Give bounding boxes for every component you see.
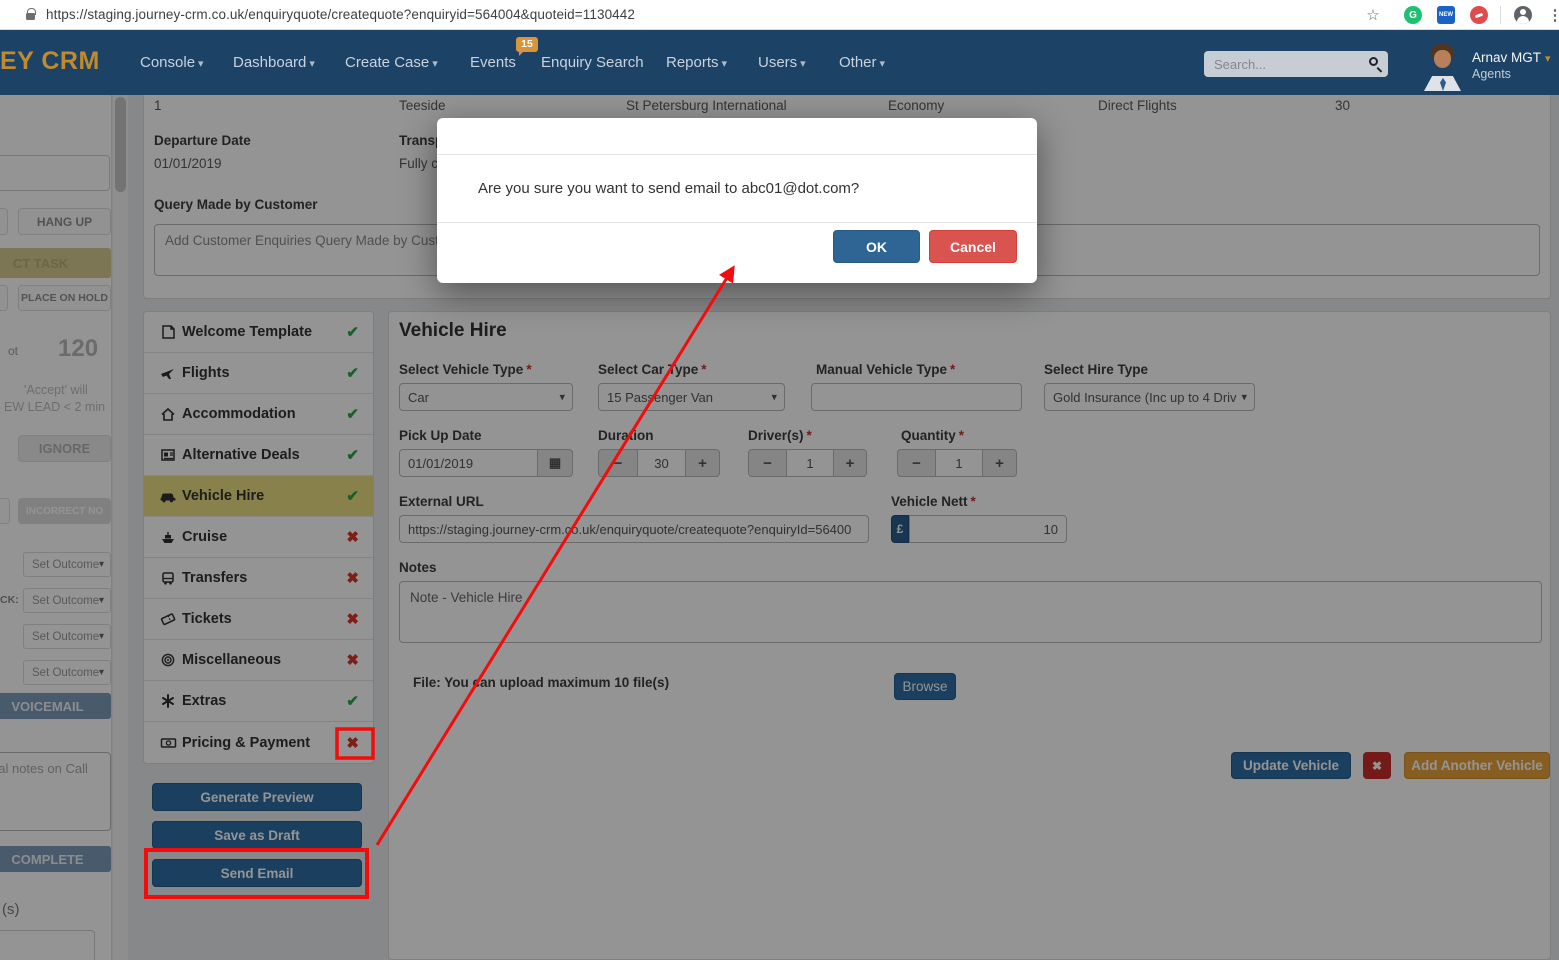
chevron-down-icon: ▾ [432,58,438,70]
search-input[interactable] [1204,51,1388,77]
events-count-badge: 15 [516,37,538,56]
user-role: Agents [1472,67,1511,81]
cancel-button[interactable]: Cancel [929,230,1017,263]
dialog-footer: OK Cancel [437,222,1037,283]
nav-reports[interactable]: Reports ▾ [666,54,727,71]
ok-button[interactable]: OK [833,230,920,263]
nav-enquiry-search[interactable]: Enquiry Search [541,54,644,71]
nav-create-case[interactable]: Create Case ▾ [345,54,438,71]
grammarly-extension-icon[interactable]: G [1404,6,1422,24]
search-icon[interactable] [1369,57,1378,66]
nav-events[interactable]: Events 15 [470,37,538,71]
journey-crm-page: https://staging.journey-crm.co.uk/enquir… [0,0,1559,960]
nav-other[interactable]: Other ▾ [839,54,885,71]
chevron-down-icon: ▾ [721,58,728,70]
bookmark-star-icon[interactable]: ☆ [1364,6,1382,24]
chevron-down-icon: ▾ [1545,53,1551,65]
red-extension-icon[interactable] [1470,6,1488,24]
user-menu[interactable]: Arnav MGT ▾ [1472,50,1551,65]
user-avatar[interactable] [1424,44,1461,91]
chevron-down-icon: ▾ [879,58,886,70]
chevron-down-icon: ▾ [198,58,204,70]
chrome-divider [1500,6,1501,24]
new-extension-icon[interactable]: NEW [1437,6,1455,24]
browser-profile-icon[interactable] [1514,6,1532,24]
nav-dashboard[interactable]: Dashboard ▾ [233,54,315,71]
top-navbar: EY CRM Console ▾ Dashboard ▾ Create Case ▾ … [0,30,1559,95]
dialog-message: Are you sure you want to send email to a… [478,180,860,197]
nav-console[interactable]: Console ▾ [140,54,204,71]
chevron-down-icon: ▾ [800,58,806,70]
nav-users[interactable]: Users ▾ [758,54,806,71]
address-bar[interactable]: https://staging.journey-crm.co.uk/enquir… [46,7,635,22]
dialog-header [437,118,1037,155]
global-search [1204,51,1388,77]
browser-menu-icon[interactable]: ⋮ [1546,6,1559,24]
lock-icon [26,8,36,20]
send-email-confirm-dialog: Are you sure you want to send email to a… [437,118,1037,283]
journey-crm-logo[interactable]: EY CRM [0,47,100,76]
browser-chrome: https://staging.journey-crm.co.uk/enquir… [0,0,1559,30]
avatar-face [1434,50,1451,68]
chevron-down-icon: ▾ [309,58,315,70]
